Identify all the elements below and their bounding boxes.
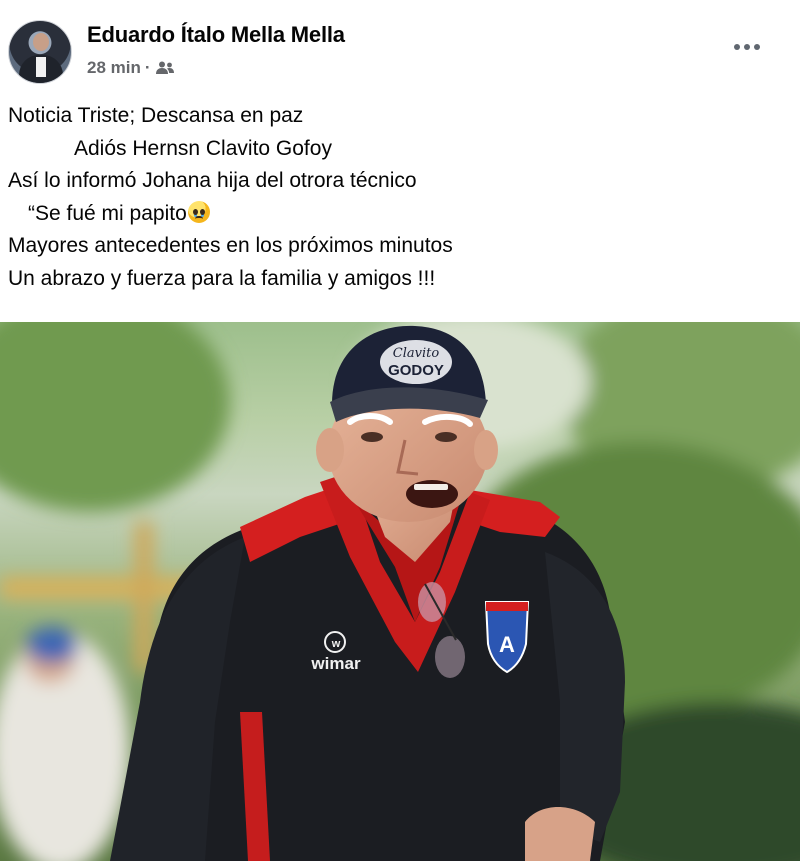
- post-photo[interactable]: Clavito GODOY w wimar A: [0, 322, 800, 861]
- author-avatar[interactable]: [8, 20, 72, 84]
- svg-text:w: w: [331, 638, 341, 650]
- more-options-icon[interactable]: [730, 34, 764, 60]
- post-line: Noticia Triste; Descansa en paz: [8, 104, 304, 127]
- cap-text-top: Clavito: [393, 346, 440, 361]
- facebook-post: Eduardo Ítalo Mella Mella 28 min · Notic…: [0, 0, 800, 861]
- post-line: Adiós Hernsn Clavito Gofoy: [74, 136, 332, 160]
- author-name[interactable]: Eduardo Ítalo Mella Mella: [87, 22, 345, 48]
- badge-letter: A: [499, 632, 515, 657]
- cap-text-bottom: GODOY: [388, 362, 444, 379]
- shirt-brand: wimar: [310, 654, 361, 673]
- post-text: Noticia Triste; Descansa en paz Adiós He…: [8, 100, 788, 295]
- meta-separator: ·: [144, 58, 151, 77]
- crying-face-emoji: [187, 200, 210, 223]
- post-line: “Se fué mi papito: [28, 201, 187, 225]
- coach-hand: [525, 807, 595, 861]
- post-line: Así lo informó Johana hija del otrora té…: [8, 169, 417, 192]
- post-line-with-emoji: “Se fué mi papito: [8, 198, 788, 231]
- friends-icon[interactable]: [155, 60, 175, 76]
- coach-photo-illustration: Clavito GODOY w wimar A: [0, 322, 800, 861]
- post-time[interactable]: 28 min: [87, 58, 141, 78]
- post-meta: 28 min ·: [87, 58, 175, 78]
- post-line: Mayores antecedentes en los próximos min…: [8, 234, 453, 257]
- post-line: Un abrazo y fuerza para la familia y ami…: [8, 266, 436, 290]
